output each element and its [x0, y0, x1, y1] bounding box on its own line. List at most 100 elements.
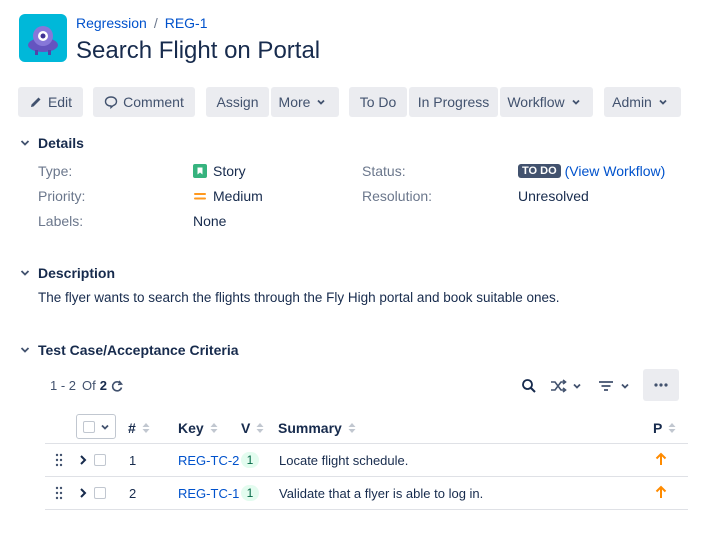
- shuffle-icon: [551, 379, 567, 393]
- row-summary[interactable]: Validate that a flyer is able to log in.: [279, 486, 483, 501]
- column-header-summary[interactable]: Summary: [278, 420, 357, 436]
- todo-transition-button[interactable]: To Do: [349, 87, 407, 117]
- select-all-dropdown[interactable]: [76, 414, 116, 439]
- details-heading[interactable]: Details: [38, 135, 84, 151]
- workflow-button[interactable]: Workflow: [500, 87, 593, 117]
- priority-up-arrow-icon: [655, 485, 667, 498]
- priority-value: Medium: [193, 188, 263, 204]
- issue-title[interactable]: Search Flight on Portal: [76, 37, 320, 65]
- description-collapse-icon[interactable]: [19, 267, 31, 279]
- comment-button-label: Comment: [123, 94, 184, 110]
- pagination-range: 1 - 2: [50, 378, 77, 393]
- version-badge: 1: [241, 452, 259, 468]
- todo-transition-label: To Do: [359, 94, 397, 110]
- resolution-label: Resolution:: [362, 188, 433, 204]
- pencil-icon: [30, 97, 41, 107]
- assign-button-label: Assign: [216, 94, 259, 110]
- breadcrumb: Regression / REG-1: [76, 15, 208, 31]
- column-header-summary-label: Summary: [278, 420, 342, 436]
- tests-heading[interactable]: Test Case/Acceptance Criteria: [38, 342, 239, 358]
- breadcrumb-project-link[interactable]: Regression: [76, 15, 147, 31]
- project-avatar-icon: [28, 26, 58, 55]
- type-value: Story: [193, 163, 246, 179]
- version-badge: 1: [241, 485, 259, 501]
- priority-label: Priority:: [38, 188, 86, 204]
- sort-icon: [210, 423, 218, 433]
- column-header-number-label: #: [128, 420, 136, 436]
- description-text[interactable]: The flyer wants to search the flights th…: [38, 290, 560, 305]
- chevron-right-icon[interactable]: [78, 454, 88, 466]
- assign-button[interactable]: Assign: [206, 87, 269, 117]
- row-key-link[interactable]: REG-TC-1: [178, 486, 239, 501]
- column-header-number[interactable]: #: [128, 420, 151, 436]
- edit-button[interactable]: Edit: [18, 87, 83, 117]
- chevron-down-icon: [572, 99, 580, 105]
- admin-button[interactable]: Admin: [604, 87, 681, 117]
- table-row[interactable]: 2 REG-TC-1 1 Validate that a flyer is ab…: [45, 477, 688, 509]
- column-header-key-label: Key: [178, 420, 204, 436]
- chevron-down-icon: [317, 99, 326, 105]
- more-button-label: More: [278, 94, 311, 110]
- sort-icon: [668, 423, 676, 433]
- column-header-version[interactable]: V: [241, 420, 265, 436]
- story-icon: [193, 164, 207, 178]
- table-row[interactable]: 1 REG-TC-2 1 Locate flight schedule.: [45, 444, 688, 476]
- column-header-version-label: V: [241, 420, 251, 436]
- chevron-down-icon: [659, 99, 667, 105]
- row-number: 1: [129, 453, 137, 468]
- column-header-priority[interactable]: P: [653, 420, 677, 436]
- chevron-down-icon: [573, 383, 581, 389]
- search-icon[interactable]: [521, 378, 537, 394]
- more-actions-button[interactable]: [643, 369, 679, 401]
- sort-icon: [348, 423, 356, 433]
- filter-icon: [599, 381, 613, 391]
- row-number: 2: [129, 486, 137, 501]
- admin-button-label: Admin: [612, 94, 652, 110]
- breadcrumb-separator: /: [153, 15, 158, 31]
- details-collapse-icon[interactable]: [19, 137, 31, 149]
- priority-medium-icon: [194, 193, 206, 200]
- row-checkbox[interactable]: [94, 454, 106, 466]
- drag-handle-icon[interactable]: [55, 486, 63, 500]
- project-avatar[interactable]: [19, 14, 67, 62]
- type-value-text: Story: [213, 163, 246, 179]
- chevron-right-icon[interactable]: [78, 487, 88, 499]
- status-label: Status:: [362, 163, 406, 179]
- comment-button[interactable]: Comment: [93, 87, 195, 117]
- chevron-down-icon: [100, 424, 109, 430]
- workflow-button-label: Workflow: [507, 94, 565, 110]
- pagination-info: 1 - 2 Of 2: [50, 378, 124, 393]
- more-button[interactable]: More: [271, 87, 339, 117]
- comment-icon: [104, 96, 118, 109]
- resolution-value: Unresolved: [518, 188, 589, 204]
- select-all-checkbox[interactable]: [82, 420, 95, 433]
- refresh-icon[interactable]: [110, 379, 124, 393]
- ellipsis-icon: [654, 383, 668, 387]
- breadcrumb-issue-link[interactable]: REG-1: [165, 15, 208, 31]
- labels-label: Labels:: [38, 213, 84, 229]
- row-key-link[interactable]: REG-TC-2: [178, 453, 239, 468]
- column-header-priority-label: P: [653, 420, 663, 436]
- filter-menu[interactable]: [598, 378, 630, 394]
- description-heading[interactable]: Description: [38, 265, 115, 281]
- priority-value-text: Medium: [213, 188, 263, 204]
- status-badge: TO DO: [518, 164, 561, 178]
- pagination-total: 2: [99, 378, 107, 393]
- column-header-key[interactable]: Key: [178, 420, 219, 436]
- in-progress-transition-label: In Progress: [417, 94, 490, 110]
- type-label: Type:: [38, 163, 73, 179]
- shuffle-menu[interactable]: [550, 378, 582, 394]
- labels-value: None: [193, 213, 227, 229]
- chevron-down-icon: [621, 383, 629, 389]
- pagination-of: Of: [82, 378, 96, 393]
- table-row-divider: [45, 509, 688, 510]
- drag-handle-icon[interactable]: [55, 453, 63, 467]
- edit-button-label: Edit: [47, 94, 73, 110]
- in-progress-transition-button[interactable]: In Progress: [409, 87, 498, 117]
- sort-icon: [142, 423, 150, 433]
- row-checkbox[interactable]: [94, 487, 106, 499]
- tests-collapse-icon[interactable]: [19, 344, 31, 356]
- view-workflow-link[interactable]: (View Workflow): [565, 163, 666, 179]
- row-summary[interactable]: Locate flight schedule.: [279, 453, 408, 468]
- status-value: TO DO (View Workflow): [518, 163, 665, 179]
